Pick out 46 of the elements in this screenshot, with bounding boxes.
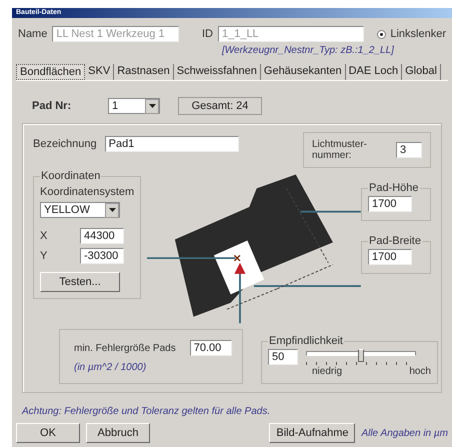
sensitivity-legend: Empfindlichkeit	[268, 335, 344, 347]
pad-height-field[interactable]: 1700	[368, 196, 412, 212]
name-label: Name	[18, 28, 48, 40]
warning-note: Achtung: Fehlergröße und Toleranz gelten für alle Pads.	[20, 405, 272, 419]
designation-field[interactable]: Pad1	[104, 136, 239, 152]
slider-thumb[interactable]	[358, 349, 364, 362]
y-field[interactable]: -30300	[80, 248, 124, 264]
tab[interactable]: Gehäusekanten	[260, 64, 346, 80]
designation-label: Bezeichnung	[33, 138, 97, 150]
test-button[interactable]: Testen...	[40, 272, 120, 292]
pad-number-dropdown[interactable]: 1	[108, 98, 160, 114]
min-error-label: min. Fehlergröße Pads	[74, 342, 176, 354]
tab[interactable]: SKV	[85, 64, 114, 80]
y-label: Y	[40, 250, 48, 262]
dropdown-arrow-icon	[108, 208, 116, 212]
light-pattern-field[interactable]: 3	[396, 142, 422, 158]
coordinate-system-label: Koordinatensystem	[40, 186, 134, 198]
sensitivity-slider[interactable]	[306, 349, 416, 361]
x-label: X	[40, 230, 48, 242]
dropdown-arrow-icon	[148, 104, 156, 108]
capture-button[interactable]: Bild-Aufnahme	[269, 423, 356, 443]
tab[interactable]: DAE Loch	[346, 64, 402, 80]
low-label: niedrig	[312, 366, 342, 377]
pad-height-legend: Pad-Höhe	[368, 182, 420, 194]
pad-width-field[interactable]: 1700	[368, 249, 412, 265]
tab[interactable]: Global	[402, 64, 441, 80]
tab[interactable]: Rastnasen	[114, 64, 174, 80]
min-error-unit: (in µm^2 / 1000)	[74, 362, 148, 373]
units-note: Alle Angaben in µm	[361, 428, 448, 438]
coordinates-legend: Koordinaten	[40, 170, 102, 182]
total-readout: Gesamt: 24	[178, 97, 262, 115]
pad-width-legend: Pad-Breite	[368, 235, 422, 247]
min-error-field[interactable]: 70.00	[190, 340, 232, 356]
light-pattern-label: Lichtmuster-nummer:	[312, 139, 368, 161]
steering-radio[interactable]: Linkslenker	[377, 28, 446, 40]
coordinate-system-dropdown[interactable]: YELLOW	[40, 202, 120, 218]
high-label: hoch	[409, 366, 431, 377]
sensitivity-field[interactable]: 50	[268, 349, 298, 365]
pad-number-label: Pad Nr:	[32, 100, 72, 112]
tab[interactable]: Schweissfahnen	[174, 64, 261, 80]
id-label: ID	[202, 28, 213, 40]
id-format-hint: [Werkzeugnr_Nestnr_Typ: zB.:1_2_LL]	[222, 45, 394, 56]
cancel-button[interactable]: Abbruch	[86, 423, 150, 443]
tab[interactable]: Bondflächen	[16, 64, 86, 80]
ok-button[interactable]: OK	[16, 423, 80, 443]
x-field[interactable]: 44300	[80, 228, 124, 244]
